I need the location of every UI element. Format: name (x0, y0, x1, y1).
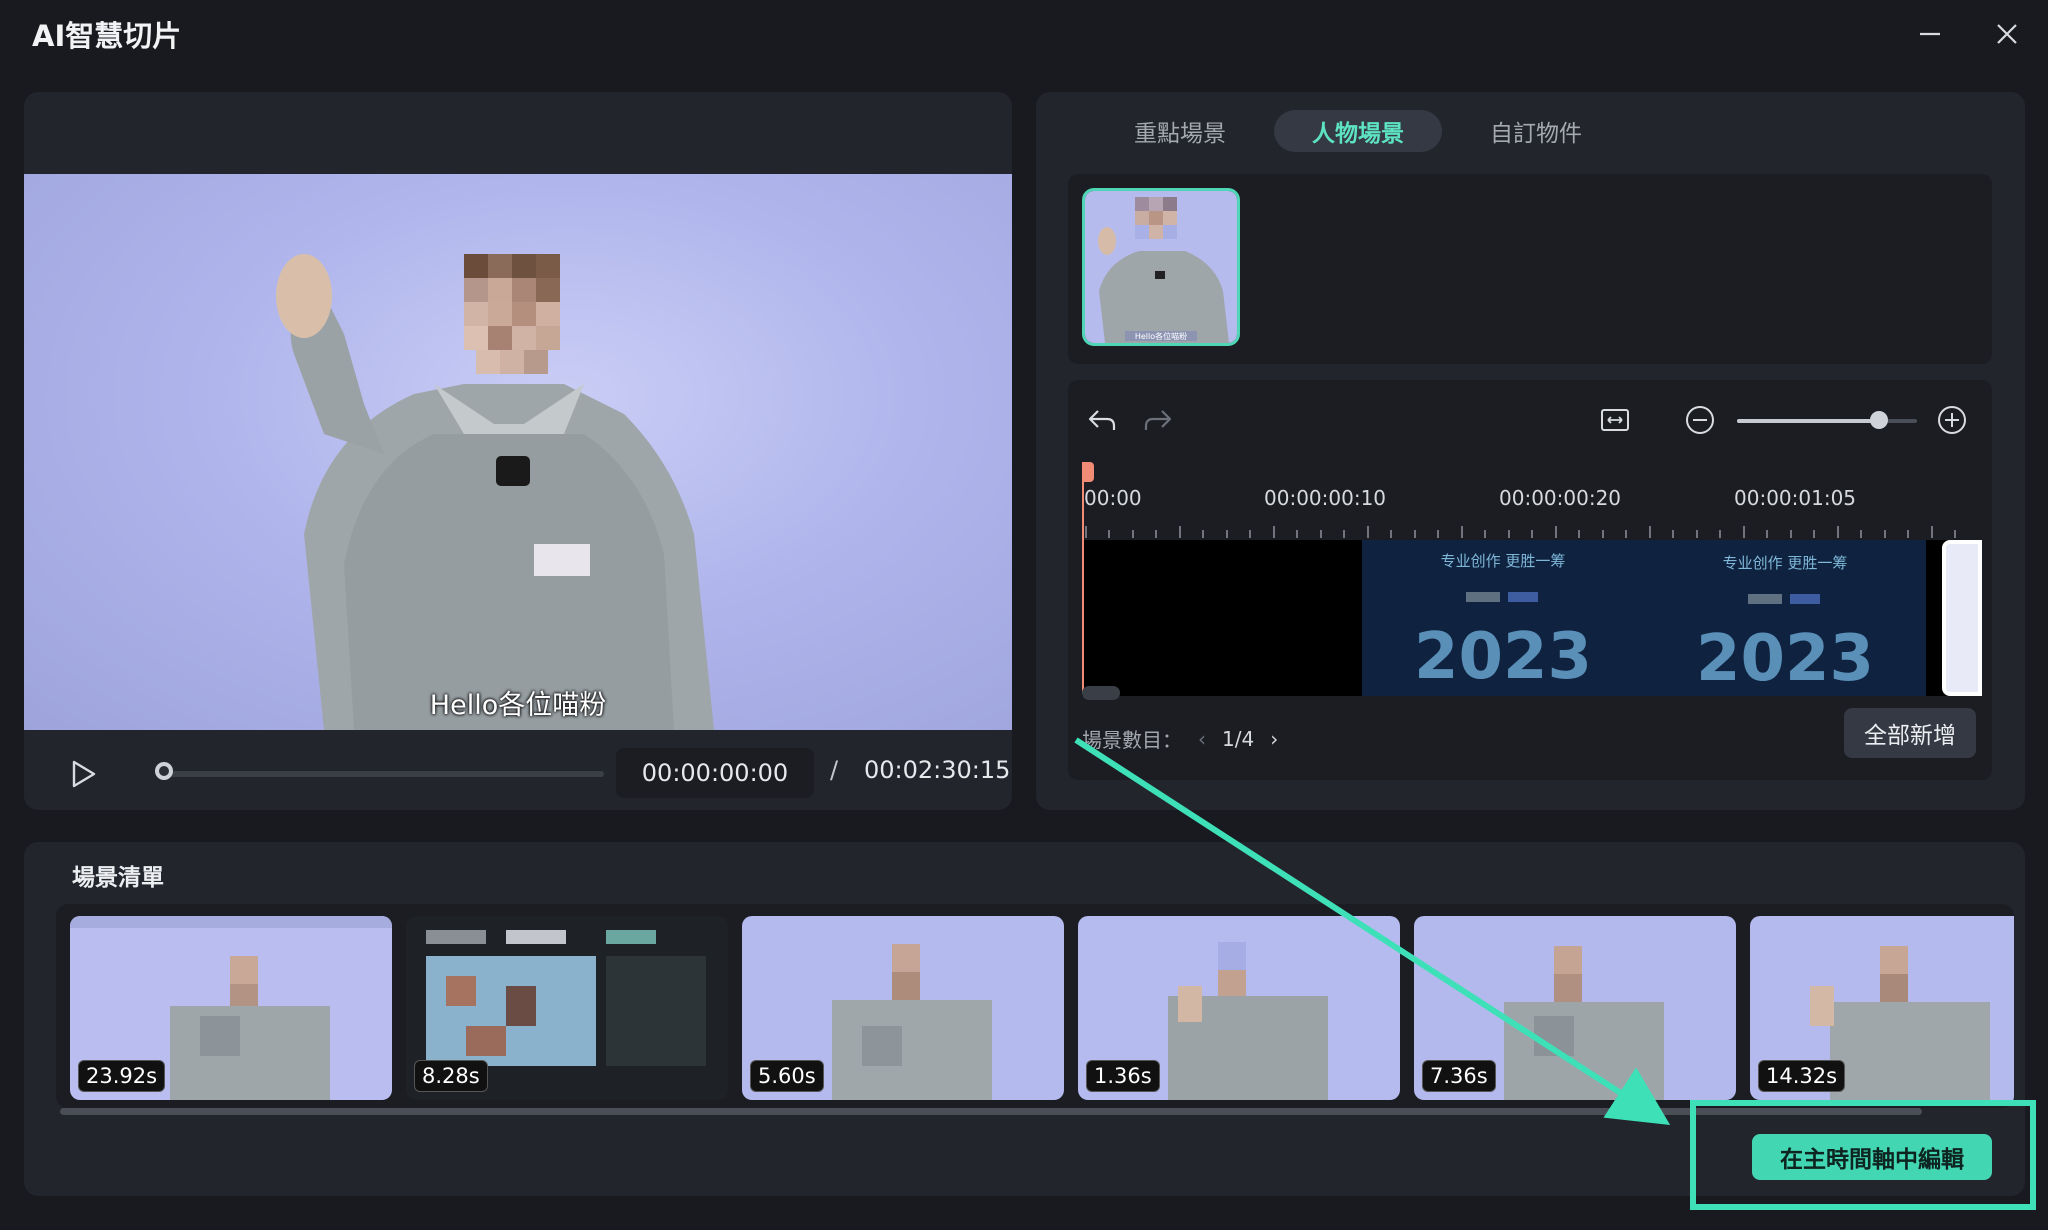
total-time: 00:02:30:15 (864, 756, 1011, 784)
current-time[interactable]: 00:00:00:00 (616, 748, 814, 798)
tab-key-scenes[interactable]: 重點場景 (1096, 110, 1264, 152)
scene-duration: 23.92s (78, 1060, 166, 1092)
redo-button[interactable] (1140, 402, 1176, 438)
scene-card[interactable]: 23.92s (70, 916, 392, 1100)
title-bar: AI智慧切片 (0, 0, 2048, 70)
timeline-clip-track[interactable]: 专业创作 更胜一筹 2023 专业创作 更胜一筹 2023 (1082, 540, 1982, 696)
scene-card[interactable]: 7.36s (1414, 916, 1736, 1100)
zoom-out-icon (1686, 406, 1714, 434)
tab-character-scenes[interactable]: 人物場景 (1274, 110, 1442, 152)
scene-duration: 5.60s (750, 1060, 824, 1092)
scene-tabs: 重點場景 人物場景 自訂物件 (1096, 110, 1620, 152)
character-thumb-caption: Hello各位喵粉 (1135, 331, 1187, 341)
clip-poster-text: 专业创作 更胜一筹 (1441, 552, 1566, 570)
playhead[interactable] (1082, 464, 1084, 694)
zoom-slider[interactable] (1737, 411, 1917, 429)
clip-end-handle[interactable] (1942, 540, 1982, 696)
scene-count-value: 1/4 (1222, 726, 1255, 751)
ruler-label: 00:00:01:05 (1734, 486, 1857, 510)
scene-strip: 23.92s 8.28s 5.60s 1.36s 7.36s 14.32s (56, 904, 2014, 1108)
scene-card[interactable]: 1.36s (1078, 916, 1400, 1100)
timeline-ruler[interactable] (1082, 512, 1982, 538)
scene-duration: 14.32s (1758, 1060, 1846, 1092)
scene-card[interactable]: 8.28s (406, 916, 728, 1100)
scene-list-scrollbar[interactable] (60, 1108, 1922, 1115)
zoom-slider-fill (1737, 419, 1879, 423)
tab-custom-objects[interactable]: 自訂物件 (1452, 110, 1620, 152)
zoom-in-button[interactable] (1934, 402, 1970, 438)
playback-scrubber[interactable] (155, 762, 604, 780)
video-preview[interactable]: Hello各位喵粉 (24, 174, 1012, 730)
fit-to-view-button[interactable] (1597, 402, 1633, 438)
zoom-in-icon (1938, 406, 1966, 434)
character-list: Hello各位喵粉 (1068, 174, 1992, 364)
minimize-button[interactable] (1908, 14, 1952, 54)
fit-icon (1601, 409, 1629, 431)
chevron-right-icon[interactable]: › (1270, 727, 1278, 751)
scene-duration: 1.36s (1086, 1060, 1160, 1092)
close-icon (1997, 24, 2017, 44)
timeline-clip-thumbnail: 专业创作 更胜一筹 2023 (1644, 540, 1926, 696)
scene-list-title: 場景清單 (72, 865, 164, 891)
timeline-scrollbar[interactable] (1082, 686, 1120, 700)
ruler-label: 00:00 (1084, 486, 1142, 510)
play-button[interactable] (64, 754, 104, 794)
undo-icon (1088, 410, 1116, 430)
annotation-highlight-box (1690, 1100, 2036, 1210)
scene-card[interactable]: 14.32s (1750, 916, 2014, 1100)
minimize-icon (1920, 32, 1940, 36)
add-all-button[interactable]: 全部新增 (1844, 708, 1976, 758)
scene-count: 場景數目： ‹ 1/4 › (1082, 724, 1278, 753)
scene-count-label: 場景數目： (1082, 728, 1182, 752)
scrubber-handle[interactable] (155, 762, 173, 780)
timeline-area: 00:00 00:00:00:10 00:00:00:20 00:00:01:0… (1068, 380, 1992, 780)
timeline-clip-thumbnail: 专业创作 更胜一筹 2023 (1362, 540, 1644, 696)
ruler-label: 00:00:00:20 (1499, 486, 1622, 510)
ruler-label: 00:00:00:10 (1264, 486, 1387, 510)
zoom-slider-handle[interactable] (1870, 411, 1888, 429)
person-figure (276, 254, 714, 730)
playhead-handle[interactable] (1082, 462, 1094, 482)
video-subtitle: Hello各位喵粉 (429, 690, 607, 721)
zoom-out-button[interactable] (1682, 402, 1718, 438)
preview-panel: Hello各位喵粉 00:00:00:00 / 00:02:30:15 (24, 92, 1012, 810)
scene-panel: 重點場景 人物場景 自訂物件 Hello各位喵粉 00:00 00:00:00:… (1036, 92, 2025, 810)
scene-duration: 7.36s (1422, 1060, 1496, 1092)
scene-duration: 8.28s (414, 1060, 488, 1092)
window-title: AI智慧切片 (32, 19, 182, 53)
close-button[interactable] (1985, 14, 2029, 54)
chevron-left-icon[interactable]: ‹ (1198, 727, 1206, 751)
redo-icon (1144, 410, 1172, 430)
scene-card[interactable]: 5.60s (742, 916, 1064, 1100)
clip-poster-year: 2023 (1696, 622, 1874, 696)
character-thumbnail[interactable]: Hello各位喵粉 (1082, 188, 1240, 346)
undo-button[interactable] (1084, 402, 1120, 438)
time-separator: / (830, 756, 839, 784)
clip-poster-year: 2023 (1414, 620, 1592, 694)
clip-poster-text: 专业创作 更胜一筹 (1723, 554, 1848, 572)
character-image: Hello各位喵粉 (1085, 191, 1237, 343)
play-icon (72, 760, 96, 788)
